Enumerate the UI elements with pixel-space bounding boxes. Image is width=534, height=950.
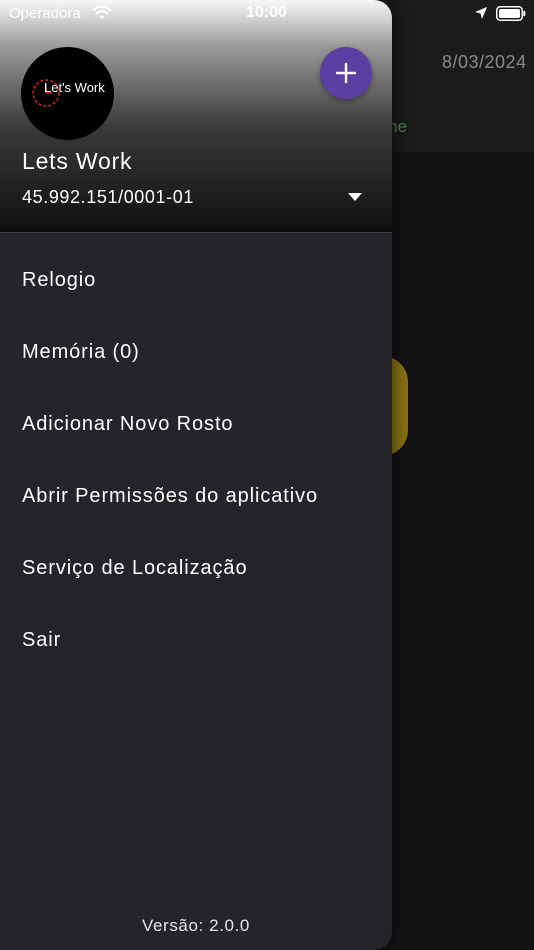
app-version: Versão: 2.0.0 [142,916,250,935]
drawer-menu: Relogio Memória (0) Adicionar Novo Rosto… [0,233,392,676]
menu-item-memoria[interactable]: Memória (0) [0,316,392,388]
menu-item-localizacao[interactable]: Serviço de Localização [0,532,392,604]
battery-icon [496,6,526,21]
dropdown-arrow-icon[interactable] [348,193,362,201]
navigation-drawer: Let's Work Lets Work 45.992.151/0001-01 … [0,0,392,950]
company-name: Lets Work [22,148,133,174]
drawer-header: Let's Work Lets Work 45.992.151/0001-01 [0,0,392,233]
menu-item-sair[interactable]: Sair [0,604,392,676]
menu-item-permissoes[interactable]: Abrir Permissões do aplicativo [0,460,392,532]
carrier-label: Operadora [9,5,81,22]
menu-item-adicionar-rosto[interactable]: Adicionar Novo Rosto [0,388,392,460]
add-company-button[interactable] [320,47,372,99]
plus-icon [335,62,357,84]
status-bar: Operadora 10:00 [0,0,534,28]
location-arrow-icon [475,7,487,19]
company-logo: Let's Work [21,47,114,140]
background-date: 8/03/2024 [442,52,527,72]
menu-item-relogio[interactable]: Relogio [0,244,392,316]
status-time: 10:00 [246,4,287,21]
app-screen: 8/03/2024 ne Let's Work Lets Work 45.992… [0,0,534,950]
wifi-icon [92,5,112,20]
logo-text: Let's Work [44,80,105,95]
company-id: 45.992.151/0001-01 [22,187,194,207]
